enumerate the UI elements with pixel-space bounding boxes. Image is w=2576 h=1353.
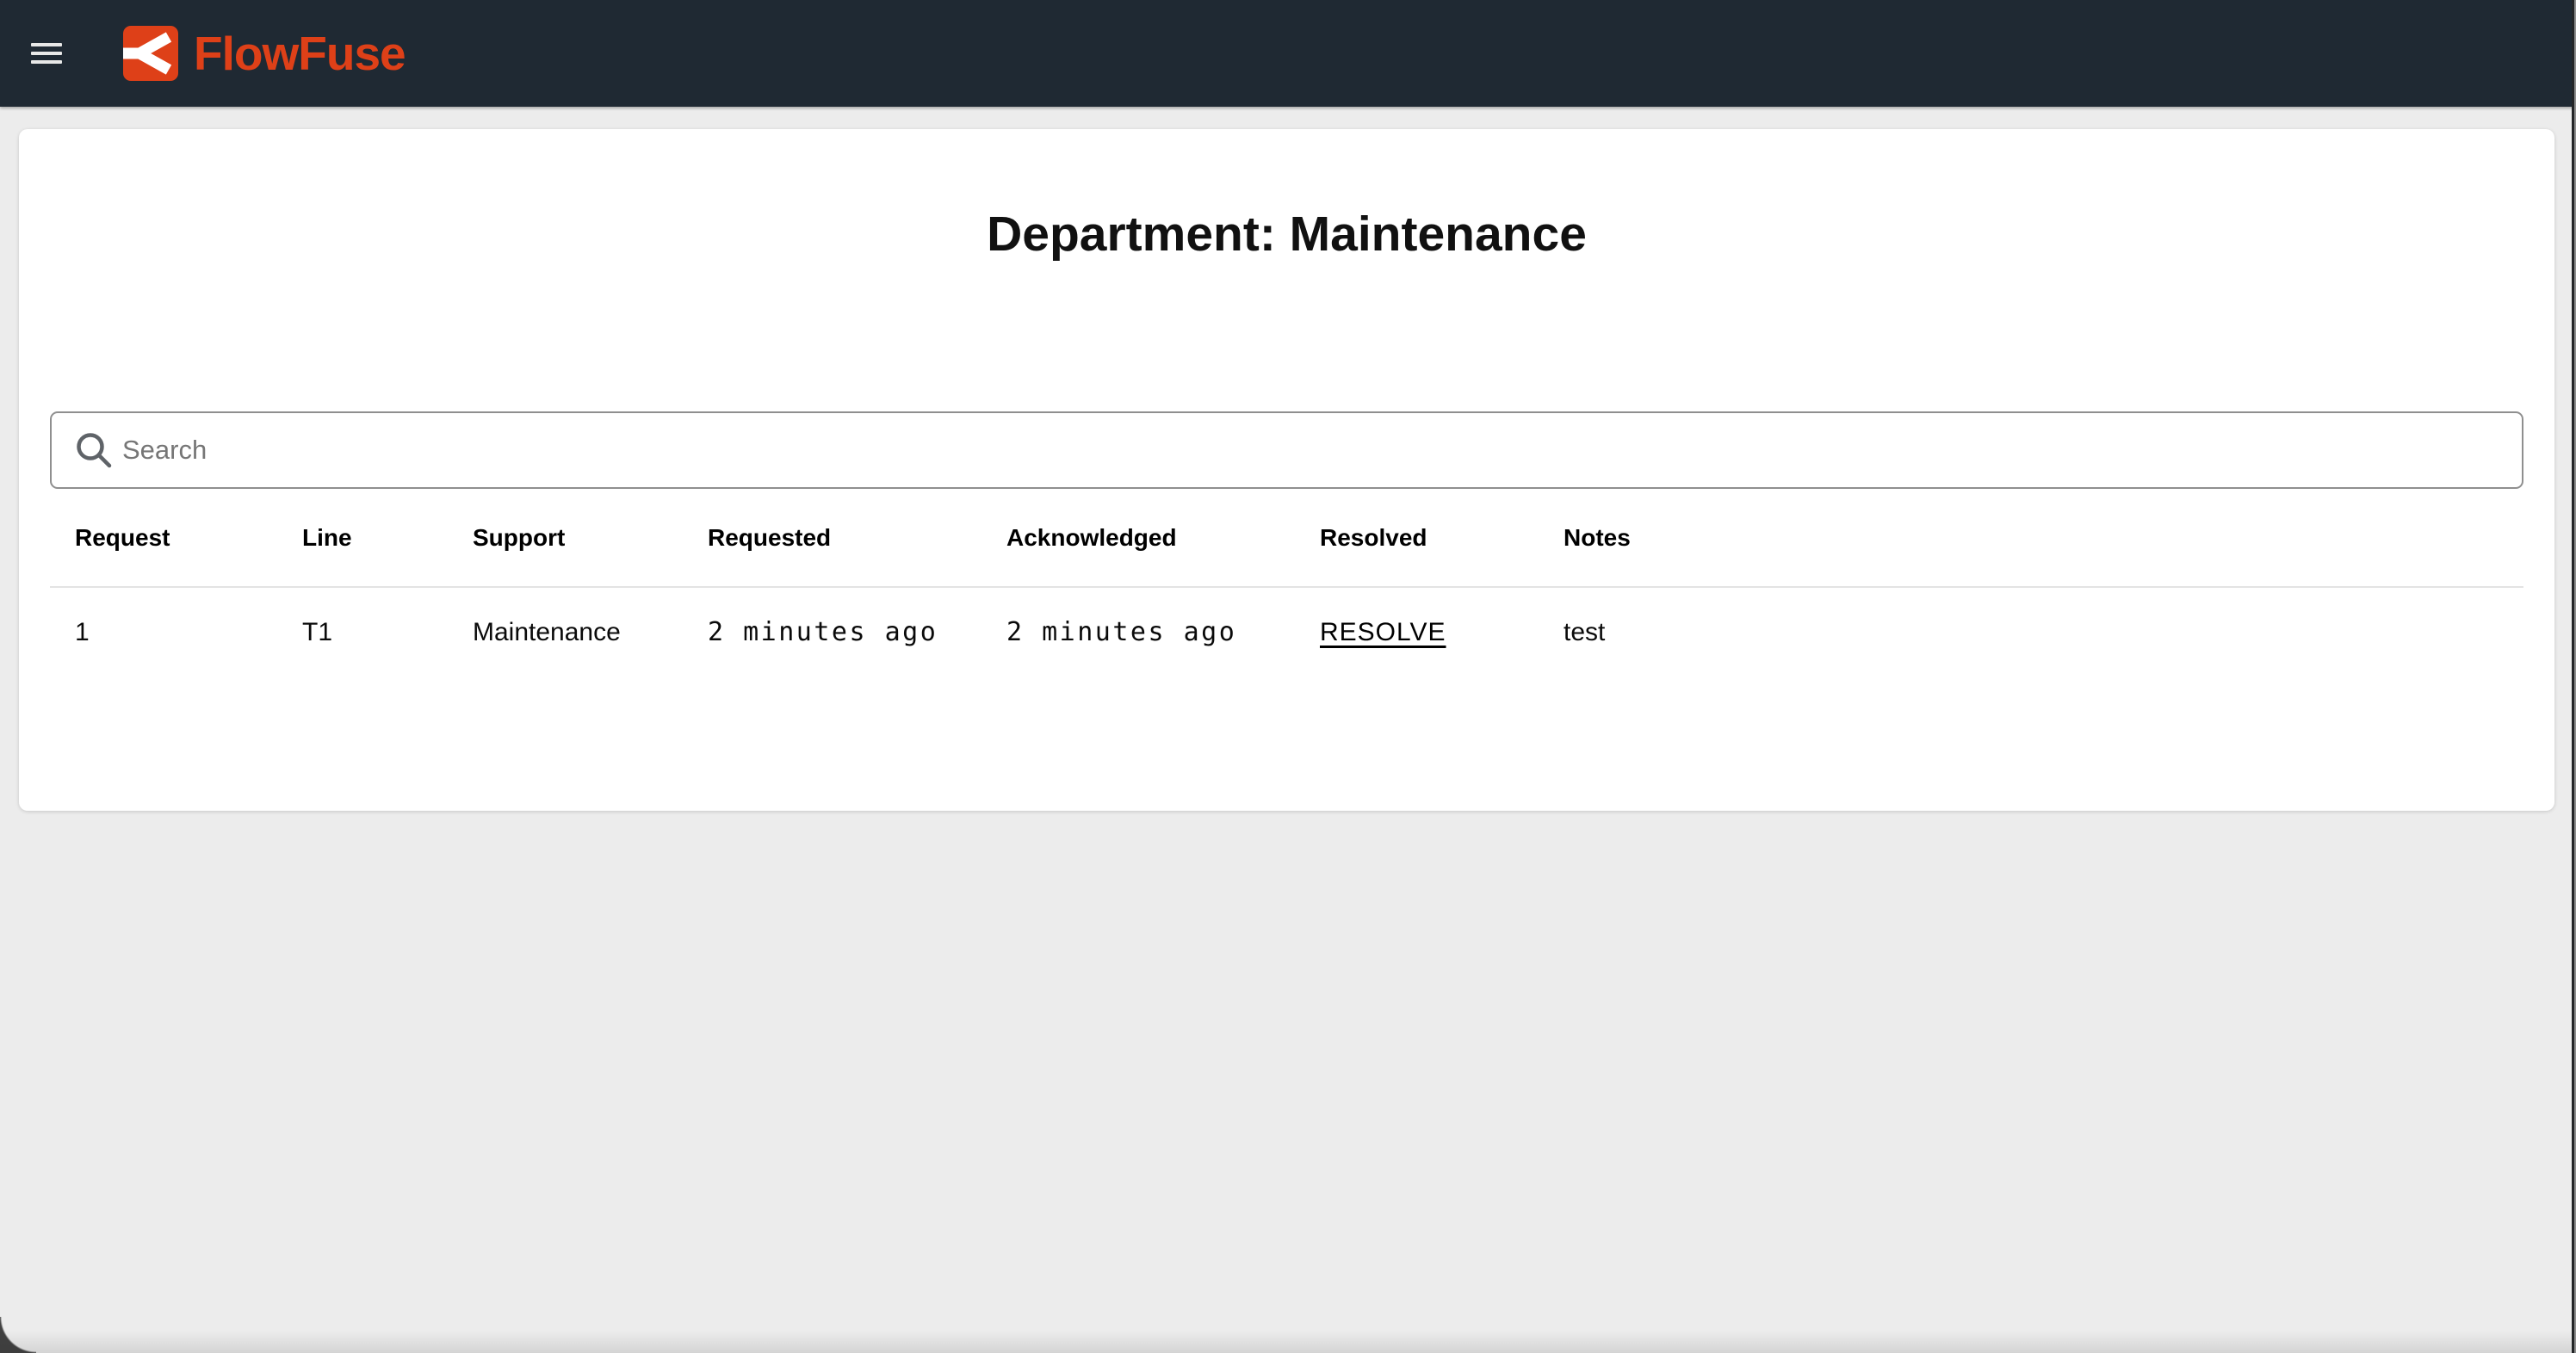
navbar: FlowFuse [0, 0, 2576, 107]
page-title: Department: Maintenance [50, 205, 2523, 263]
resolve-link[interactable]: RESOLVE [1320, 618, 1446, 646]
requests-table: Request Line Support Requested Acknowled… [50, 489, 2523, 676]
flowfuse-fork-icon [123, 26, 178, 81]
column-header-line: Line [277, 489, 448, 587]
column-header-resolved: Resolved [1295, 489, 1539, 587]
cell-requested: 2 minutes ago [683, 587, 981, 676]
window-bottom-shadow [0, 1331, 2576, 1353]
cell-line: T1 [277, 587, 448, 676]
search-input[interactable] [50, 411, 2523, 489]
cell-request: 1 [50, 587, 277, 676]
cell-notes: test [1539, 587, 2523, 676]
cell-resolved: RESOLVE [1295, 587, 1539, 676]
hamburger-icon [31, 43, 62, 46]
column-header-requested: Requested [683, 489, 981, 587]
menu-button[interactable] [31, 34, 69, 72]
column-header-acknowledged: Acknowledged [981, 489, 1295, 587]
column-header-support: Support [448, 489, 683, 587]
brand-logo[interactable]: FlowFuse [123, 26, 406, 81]
brand-name: FlowFuse [194, 26, 406, 81]
content-card: Department: Maintenance Request Line Sup… [19, 129, 2554, 811]
cell-acknowledged: 2 minutes ago [981, 587, 1295, 676]
window-bottom-left-corner [0, 1317, 36, 1353]
table-row: 1 T1 Maintenance 2 minutes ago 2 minutes… [50, 587, 2523, 676]
column-header-request: Request [50, 489, 277, 587]
table-header: Request Line Support Requested Acknowled… [50, 489, 2523, 587]
cell-support: Maintenance [448, 587, 683, 676]
screen: FlowFuse Department: Maintenance Request… [0, 0, 2576, 1353]
search-field [50, 411, 2523, 489]
column-header-notes: Notes [1539, 489, 2523, 587]
